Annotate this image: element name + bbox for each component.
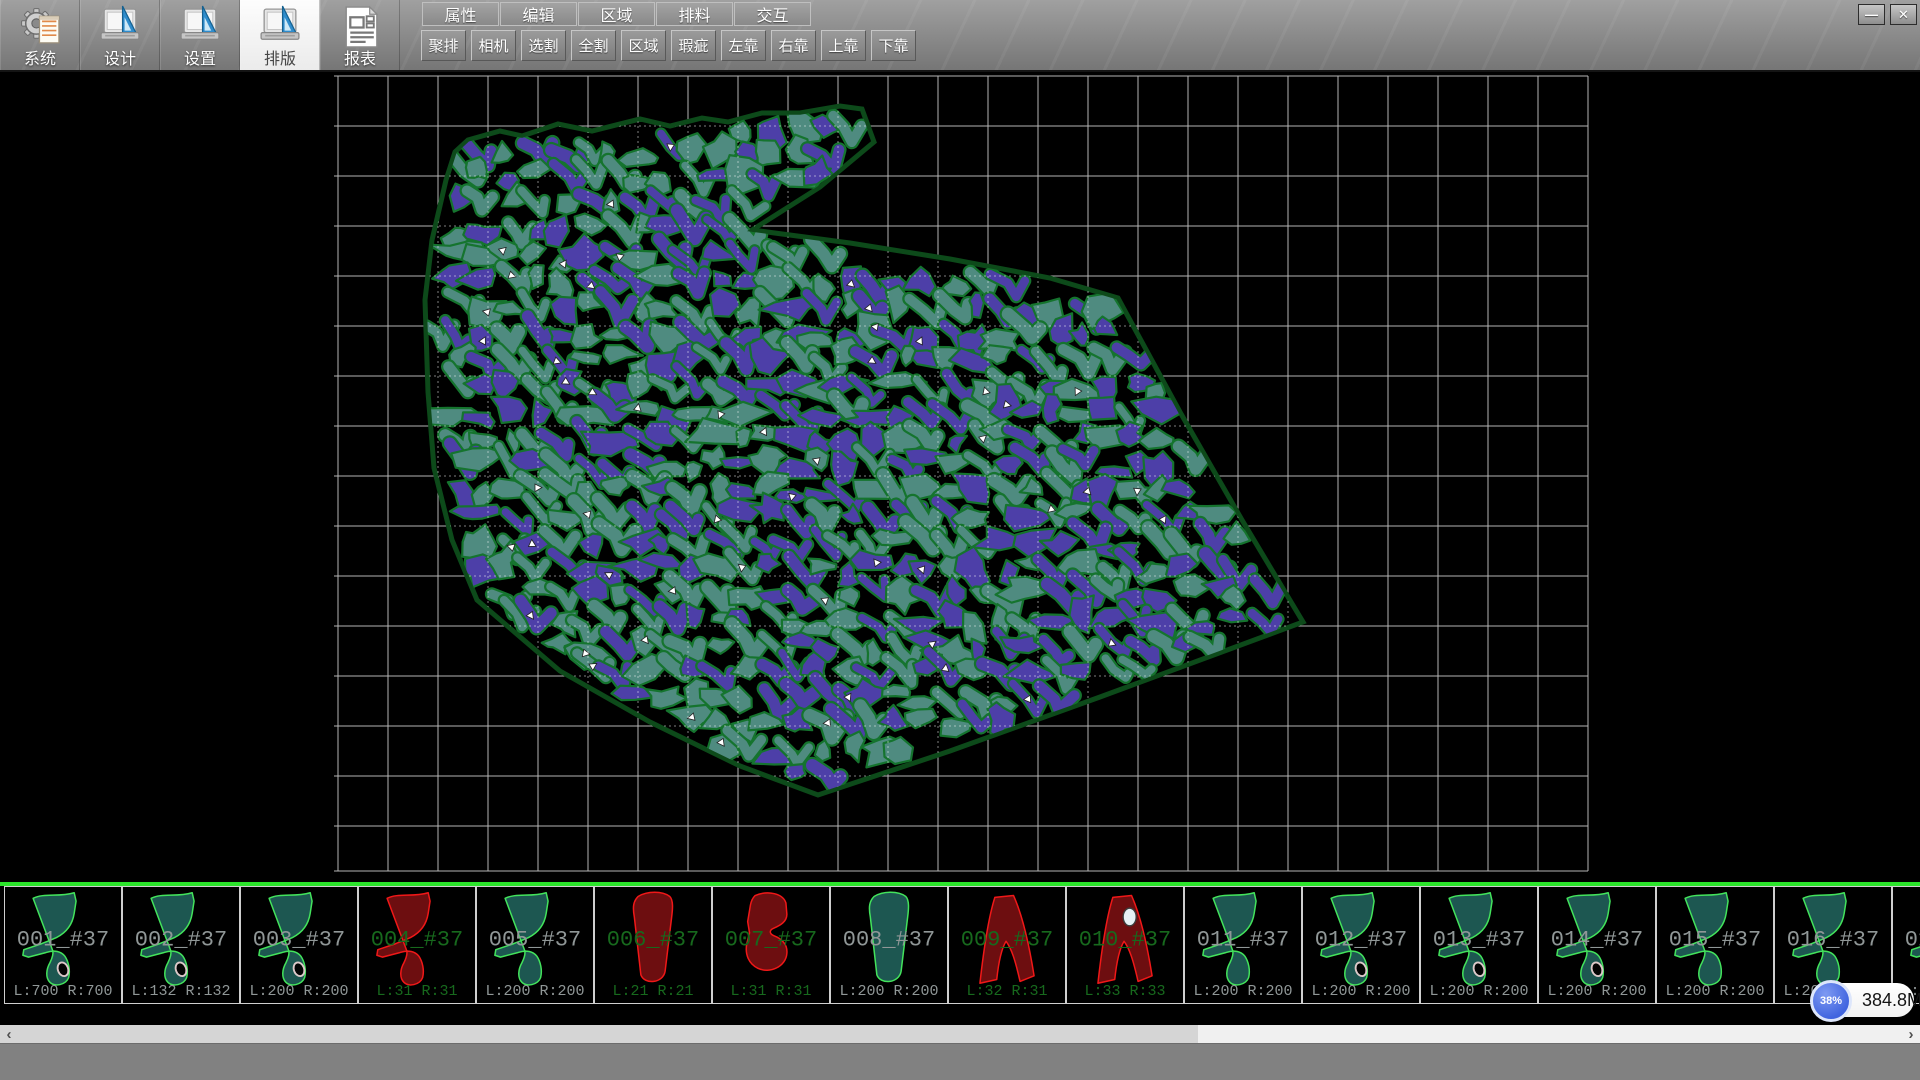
part-name-label: 001_#37 — [5, 928, 121, 953]
main-button-2[interactable]: 设计 — [80, 0, 160, 70]
part-thumbnail-008_#37[interactable]: 008_#37 L:200 R:200 — [830, 886, 948, 1004]
main-button-1[interactable]: 系统 — [0, 0, 80, 70]
part-thumbnail-007_#37[interactable]: 007_#37 L:31 R:31 — [712, 886, 830, 1004]
tool-button-6[interactable]: 瑕疵 — [671, 30, 716, 61]
canvas-svg — [0, 72, 1920, 882]
part-thumbnail-011_#37[interactable]: 011_#37 L:200 R:200 — [1184, 886, 1302, 1004]
window-controls: —✕ — [1858, 4, 1917, 25]
part-size-label: L:200 R:200 — [241, 983, 357, 1000]
part-name-label: 010_#37 — [1067, 928, 1183, 953]
application-window: 系统设计设置排版报表 属性编辑区域排料交互 聚排相机选割全割区域瑕疵左靠右靠上靠… — [0, 0, 1920, 1080]
main-button-label: 设置 — [184, 50, 216, 69]
tool-button-4[interactable]: 全割 — [571, 30, 616, 61]
status-bar — [0, 1043, 1920, 1080]
part-name-label: 008_#37 — [831, 928, 947, 953]
part-size-label: L:33 R:33 — [1067, 983, 1183, 1000]
parts-thumbnail-strip: 001_#37L:700 R:700002_#37L:132 R:132003_… — [0, 882, 1920, 1006]
part-name-label: 014_#37 — [1539, 928, 1655, 953]
badge-percent: 38% — [1810, 980, 1852, 1022]
part-size-label: L:200 R:200 — [477, 983, 593, 1000]
main-button-label: 系统 — [24, 50, 56, 69]
part-name-label: 006_#37 — [595, 928, 711, 953]
part-name-label: 016_#37 — [1775, 928, 1891, 953]
part-name-label: 003_#37 — [241, 928, 357, 953]
part-thumbnail-013_#37[interactable]: 013_#37 L:200 R:200 — [1420, 886, 1538, 1004]
main-button-label: 报表 — [344, 50, 376, 69]
menu-tab-5[interactable]: 交互 — [734, 2, 811, 26]
main-mode-buttons: 系统 设计 设置 排版 报表 — [0, 0, 400, 70]
part-size-label: L:200 R:200 — [831, 983, 947, 1000]
menu-tab-2[interactable]: 编辑 — [500, 2, 577, 26]
part-size-label: L:32 R:31 — [949, 983, 1065, 1000]
part-name-label: 015_#37 — [1657, 928, 1773, 953]
part-thumbnail-005_#37[interactable]: 005_#37 L:200 R:200 — [476, 886, 594, 1004]
menu-tab-4[interactable]: 排料 — [656, 2, 733, 26]
part-thumbnail-014_#37[interactable]: 014_#37 L:200 R:200 — [1538, 886, 1656, 1004]
part-size-label: L:200 R:200 — [1421, 983, 1537, 1000]
scrollbar-thumb[interactable] — [18, 1025, 1198, 1043]
part-size-label: L:200 R:200 — [1303, 983, 1419, 1000]
menu-tab-3[interactable]: 区域 — [578, 2, 655, 26]
scrollbar-left-arrow-icon[interactable]: ‹ — [0, 1025, 18, 1043]
part-thumbnail-012_#37[interactable]: 012_#37 L:200 R:200 — [1302, 886, 1420, 1004]
part-name-label: 017_#37 — [1893, 928, 1920, 953]
tool-button-3[interactable]: 选割 — [521, 30, 566, 61]
part-thumbnail-003_#37[interactable]: 003_#37 L:200 R:200 — [240, 886, 358, 1004]
part-size-label: L:132 R:132 — [123, 983, 239, 1000]
menu-tab-bar: 属性编辑区域排料交互 — [422, 2, 812, 26]
part-name-label: 013_#37 — [1421, 928, 1537, 953]
main-button-3[interactable]: 设置 — [160, 0, 240, 70]
part-thumbnail-006_#37[interactable]: 006_#37 L:21 R:21 — [594, 886, 712, 1004]
part-name-label: 009_#37 — [949, 928, 1065, 953]
close-button[interactable]: ✕ — [1890, 4, 1917, 25]
part-name-label: 011_#37 — [1185, 928, 1301, 953]
part-size-label: L:200 R:200 — [1657, 983, 1773, 1000]
design-ruler-icon — [97, 4, 143, 50]
settings-ruler-icon — [177, 4, 223, 50]
main-button-5[interactable]: 报表 — [320, 0, 400, 70]
tool-button-1[interactable]: 聚排 — [421, 30, 466, 61]
part-size-label: L:200 R:200 — [1185, 983, 1301, 1000]
tool-button-7[interactable]: 左靠 — [721, 30, 766, 61]
part-name-label: 012_#37 — [1303, 928, 1419, 953]
memory-overlay-badge[interactable]: 38% 384.8M — [1810, 980, 1914, 1022]
nesting-ruler-icon — [257, 4, 303, 50]
part-size-label: L:31 R:31 — [713, 983, 829, 1000]
parts-scrollbar[interactable]: ‹ › — [0, 1025, 1920, 1043]
parts-row: 001_#37L:700 R:700002_#37L:132 R:132003_… — [4, 886, 1920, 1004]
scrollbar-right-arrow-icon[interactable]: › — [1902, 1025, 1920, 1043]
part-thumbnail-004_#37[interactable]: 004_#37 L:31 R:31 — [358, 886, 476, 1004]
badge-memory-value: 384.8M — [1862, 983, 1920, 1017]
tool-button-2[interactable]: 相机 — [471, 30, 516, 61]
part-size-label: L:700 R:700 — [5, 983, 121, 1000]
part-thumbnail-002_#37[interactable]: 002_#37 L:132 R:132 — [122, 886, 240, 1004]
tool-button-8[interactable]: 右靠 — [771, 30, 816, 61]
tool-button-bar: 聚排相机选割全割区域瑕疵左靠右靠上靠下靠 — [421, 30, 921, 61]
part-size-label: L:200 R:200 — [1539, 983, 1655, 1000]
part-name-label: 004_#37 — [359, 928, 475, 953]
report-doc-icon — [337, 4, 383, 50]
main-button-label: 排版 — [264, 50, 296, 69]
part-name-label: 005_#37 — [477, 928, 593, 953]
minimize-button[interactable]: — — [1858, 4, 1885, 25]
part-thumbnail-010_#37[interactable]: 010_#37 L:33 R:33 — [1066, 886, 1184, 1004]
part-thumbnail-015_#37[interactable]: 015_#37 L:200 R:200 — [1656, 886, 1774, 1004]
menu-tab-1[interactable]: 属性 — [422, 2, 499, 26]
main-button-4[interactable]: 排版 — [240, 0, 320, 70]
nesting-canvas[interactable] — [0, 72, 1920, 882]
tool-button-5[interactable]: 区域 — [621, 30, 666, 61]
ribbon-toolbar: 系统设计设置排版报表 属性编辑区域排料交互 聚排相机选割全割区域瑕疵左靠右靠上靠… — [0, 0, 1920, 72]
part-thumbnail-001_#37[interactable]: 001_#37 L:700 R:700 — [4, 886, 122, 1004]
part-name-label: 002_#37 — [123, 928, 239, 953]
part-size-label: L:21 R:21 — [595, 983, 711, 1000]
tool-button-9[interactable]: 上靠 — [821, 30, 866, 61]
part-name-label: 007_#37 — [713, 928, 829, 953]
tool-button-10[interactable]: 下靠 — [871, 30, 916, 61]
system-gear-icon — [17, 4, 63, 50]
part-size-label: L:31 R:31 — [359, 983, 475, 1000]
main-button-label: 设计 — [104, 50, 136, 69]
part-thumbnail-009_#37[interactable]: 009_#37 L:32 R:31 — [948, 886, 1066, 1004]
